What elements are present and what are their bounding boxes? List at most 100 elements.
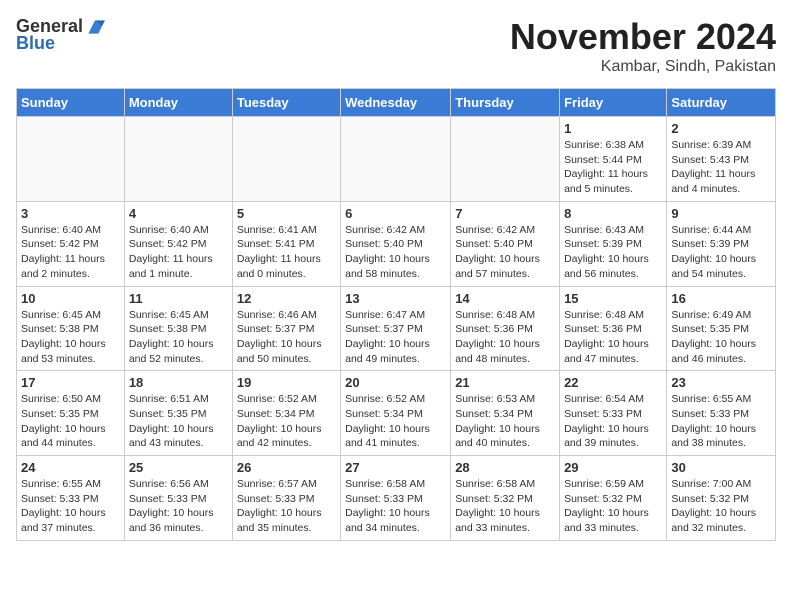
- header-thursday: Thursday: [451, 89, 560, 117]
- calendar-day: 21 Sunrise: 6:53 AMSunset: 5:34 PMDayligh…: [451, 371, 560, 456]
- day-number: 14: [455, 291, 555, 306]
- calendar-day: 11 Sunrise: 6:45 AMSunset: 5:38 PMDayligh…: [124, 286, 232, 371]
- day-number: 27: [345, 460, 446, 475]
- day-info: Sunrise: 6:52 AMSunset: 5:34 PMDaylight:…: [237, 392, 336, 451]
- day-number: 12: [237, 291, 336, 306]
- day-number: 15: [564, 291, 662, 306]
- month-title: November 2024: [510, 16, 776, 58]
- day-info: Sunrise: 6:53 AMSunset: 5:34 PMDaylight:…: [455, 392, 555, 451]
- day-number: 20: [345, 375, 446, 390]
- day-info: Sunrise: 6:55 AMSunset: 5:33 PMDaylight:…: [21, 477, 120, 536]
- day-info: Sunrise: 6:47 AMSunset: 5:37 PMDaylight:…: [345, 308, 446, 367]
- header: General Blue November 2024 Kambar, Sindh…: [16, 16, 776, 76]
- day-number: 6: [345, 206, 446, 221]
- day-info: Sunrise: 6:40 AMSunset: 5:42 PMDaylight:…: [21, 223, 120, 282]
- day-info: Sunrise: 6:42 AMSunset: 5:40 PMDaylight:…: [455, 223, 555, 282]
- header-row: Sunday Monday Tuesday Wednesday Thursday…: [17, 89, 776, 117]
- day-number: 23: [671, 375, 771, 390]
- calendar-day: 8 Sunrise: 6:43 AMSunset: 5:39 PMDaylight…: [560, 201, 667, 286]
- day-number: 30: [671, 460, 771, 475]
- day-info: Sunrise: 6:51 AMSunset: 5:35 PMDaylight:…: [129, 392, 228, 451]
- calendar-day: 2 Sunrise: 6:39 AMSunset: 5:43 PMDaylight…: [667, 117, 776, 202]
- calendar-day: 12 Sunrise: 6:46 AMSunset: 5:37 PMDayligh…: [232, 286, 340, 371]
- calendar-day: 18 Sunrise: 6:51 AMSunset: 5:35 PMDayligh…: [124, 371, 232, 456]
- header-tuesday: Tuesday: [232, 89, 340, 117]
- day-info: Sunrise: 6:49 AMSunset: 5:35 PMDaylight:…: [671, 308, 771, 367]
- calendar-week-5: 24 Sunrise: 6:55 AMSunset: 5:33 PMDayligh…: [17, 456, 776, 541]
- header-monday: Monday: [124, 89, 232, 117]
- calendar-day: 13 Sunrise: 6:47 AMSunset: 5:37 PMDayligh…: [341, 286, 451, 371]
- calendar-day: [232, 117, 340, 202]
- day-info: Sunrise: 6:43 AMSunset: 5:39 PMDaylight:…: [564, 223, 662, 282]
- day-number: 29: [564, 460, 662, 475]
- day-number: 19: [237, 375, 336, 390]
- day-info: Sunrise: 7:00 AMSunset: 5:32 PMDaylight:…: [671, 477, 771, 536]
- day-number: 16: [671, 291, 771, 306]
- day-number: 3: [21, 206, 120, 221]
- calendar-day: 27Sunrise: 6:58 AMSunset: 5:33 PMDayligh…: [341, 456, 451, 541]
- day-info: Sunrise: 6:56 AMSunset: 5:33 PMDaylight:…: [129, 477, 228, 536]
- day-info: Sunrise: 6:52 AMSunset: 5:34 PMDaylight:…: [345, 392, 446, 451]
- calendar-day: 6Sunrise: 6:42 AMSunset: 5:40 PMDaylight…: [341, 201, 451, 286]
- calendar-day: 9 Sunrise: 6:44 AMSunset: 5:39 PMDaylight…: [667, 201, 776, 286]
- day-info: Sunrise: 6:44 AMSunset: 5:39 PMDaylight:…: [671, 223, 771, 282]
- day-number: 7: [455, 206, 555, 221]
- day-number: 18: [129, 375, 228, 390]
- day-number: 13: [345, 291, 446, 306]
- calendar-day: 4Sunrise: 6:40 AMSunset: 5:42 PMDaylight…: [124, 201, 232, 286]
- day-info: Sunrise: 6:45 AMSunset: 5:38 PMDaylight:…: [21, 308, 120, 367]
- day-info: Sunrise: 6:45 AMSunset: 5:38 PMDaylight:…: [129, 308, 228, 367]
- calendar-day: 25 Sunrise: 6:56 AMSunset: 5:33 PMDayligh…: [124, 456, 232, 541]
- logo-blue: Blue: [16, 33, 55, 54]
- day-info: Sunrise: 6:46 AMSunset: 5:37 PMDaylight:…: [237, 308, 336, 367]
- calendar-day: 19 Sunrise: 6:52 AMSunset: 5:34 PMDayligh…: [232, 371, 340, 456]
- calendar-day: 15 Sunrise: 6:48 AMSunset: 5:36 PMDayligh…: [560, 286, 667, 371]
- day-info: Sunrise: 6:38 AMSunset: 5:44 PMDaylight:…: [564, 138, 662, 197]
- day-number: 10: [21, 291, 120, 306]
- calendar-day: 14 Sunrise: 6:48 AMSunset: 5:36 PMDayligh…: [451, 286, 560, 371]
- day-number: 9: [671, 206, 771, 221]
- day-number: 22: [564, 375, 662, 390]
- logo-icon: [85, 17, 105, 37]
- day-number: 28: [455, 460, 555, 475]
- day-info: Sunrise: 6:48 AMSunset: 5:36 PMDaylight:…: [564, 308, 662, 367]
- calendar-day: 1 Sunrise: 6:38 AMSunset: 5:44 PMDaylight…: [560, 117, 667, 202]
- day-number: 25: [129, 460, 228, 475]
- header-wednesday: Wednesday: [341, 89, 451, 117]
- calendar-day: 17Sunrise: 6:50 AMSunset: 5:35 PMDayligh…: [17, 371, 125, 456]
- day-info: Sunrise: 6:57 AMSunset: 5:33 PMDaylight:…: [237, 477, 336, 536]
- calendar-day: 3 Sunrise: 6:40 AMSunset: 5:42 PMDaylight…: [17, 201, 125, 286]
- day-info: Sunrise: 6:59 AMSunset: 5:32 PMDaylight:…: [564, 477, 662, 536]
- logo: General Blue: [16, 16, 105, 54]
- calendar-week-3: 10 Sunrise: 6:45 AMSunset: 5:38 PMDayligh…: [17, 286, 776, 371]
- location-title: Kambar, Sindh, Pakistan: [510, 58, 776, 76]
- calendar-day: 26 Sunrise: 6:57 AMSunset: 5:33 PMDayligh…: [232, 456, 340, 541]
- day-number: 2: [671, 121, 771, 136]
- calendar-day: 23 Sunrise: 6:55 AMSunset: 5:33 PMDayligh…: [667, 371, 776, 456]
- day-number: 26: [237, 460, 336, 475]
- calendar-day: 10 Sunrise: 6:45 AMSunset: 5:38 PMDayligh…: [17, 286, 125, 371]
- calendar-week-1: 1 Sunrise: 6:38 AMSunset: 5:44 PMDaylight…: [17, 117, 776, 202]
- calendar-day: [341, 117, 451, 202]
- calendar-day: [124, 117, 232, 202]
- calendar-day: 20 Sunrise: 6:52 AMSunset: 5:34 PMDayligh…: [341, 371, 451, 456]
- header-sunday: Sunday: [17, 89, 125, 117]
- day-number: 11: [129, 291, 228, 306]
- calendar-day: 22Sunrise: 6:54 AMSunset: 5:33 PMDayligh…: [560, 371, 667, 456]
- calendar-day: 28Sunrise: 6:58 AMSunset: 5:32 PMDayligh…: [451, 456, 560, 541]
- day-info: Sunrise: 6:48 AMSunset: 5:36 PMDaylight:…: [455, 308, 555, 367]
- day-info: Sunrise: 6:39 AMSunset: 5:43 PMDaylight:…: [671, 138, 771, 197]
- calendar-week-2: 3 Sunrise: 6:40 AMSunset: 5:42 PMDaylight…: [17, 201, 776, 286]
- day-info: Sunrise: 6:41 AMSunset: 5:41 PMDaylight:…: [237, 223, 336, 282]
- day-number: 1: [564, 121, 662, 136]
- title-area: November 2024 Kambar, Sindh, Pakistan: [510, 16, 776, 76]
- day-number: 5: [237, 206, 336, 221]
- day-number: 8: [564, 206, 662, 221]
- day-info: Sunrise: 6:55 AMSunset: 5:33 PMDaylight:…: [671, 392, 771, 451]
- day-info: Sunrise: 6:50 AMSunset: 5:35 PMDaylight:…: [21, 392, 120, 451]
- day-number: 24: [21, 460, 120, 475]
- calendar-day: 24 Sunrise: 6:55 AMSunset: 5:33 PMDayligh…: [17, 456, 125, 541]
- header-friday: Friday: [560, 89, 667, 117]
- calendar-day: 16 Sunrise: 6:49 AMSunset: 5:35 PMDayligh…: [667, 286, 776, 371]
- day-number: 21: [455, 375, 555, 390]
